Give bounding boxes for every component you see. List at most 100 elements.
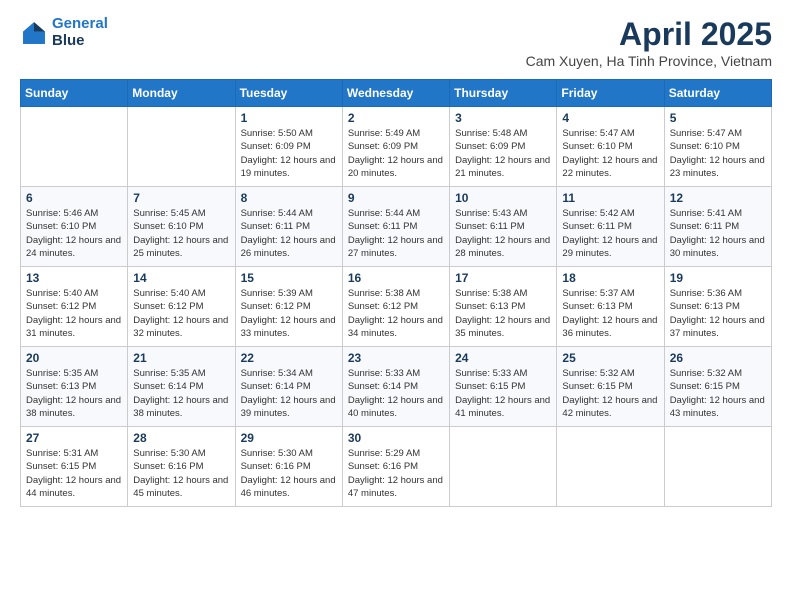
day-cell: 25 Sunrise: 5:32 AM Sunset: 6:15 PM Dayli… [557, 347, 664, 427]
day-detail: Sunrise: 5:50 AM Sunset: 6:09 PM Dayligh… [241, 127, 337, 180]
day-cell: 27 Sunrise: 5:31 AM Sunset: 6:15 PM Dayli… [21, 427, 128, 507]
day-number: 22 [241, 351, 337, 365]
page-header: General Blue April 2025 Cam Xuyen, Ha Ti… [20, 16, 772, 69]
day-cell [450, 427, 557, 507]
day-number: 12 [670, 191, 766, 205]
day-cell: 19 Sunrise: 5:36 AM Sunset: 6:13 PM Dayli… [664, 267, 771, 347]
day-number: 5 [670, 111, 766, 125]
day-number: 8 [241, 191, 337, 205]
day-number: 16 [348, 271, 444, 285]
day-detail: Sunrise: 5:38 AM Sunset: 6:12 PM Dayligh… [348, 287, 444, 340]
day-number: 4 [562, 111, 658, 125]
day-detail: Sunrise: 5:32 AM Sunset: 6:15 PM Dayligh… [562, 367, 658, 420]
day-detail: Sunrise: 5:43 AM Sunset: 6:11 PM Dayligh… [455, 207, 551, 260]
day-cell [21, 107, 128, 187]
day-number: 21 [133, 351, 229, 365]
day-number: 26 [670, 351, 766, 365]
week-row-2: 6 Sunrise: 5:46 AM Sunset: 6:10 PM Daylig… [21, 187, 772, 267]
day-number: 28 [133, 431, 229, 445]
day-cell: 11 Sunrise: 5:42 AM Sunset: 6:11 PM Dayli… [557, 187, 664, 267]
day-cell: 20Sunrise: 5:35 AM Sunset: 6:13 PM Dayli… [21, 347, 128, 427]
day-number: 27 [26, 431, 122, 445]
day-detail: Sunrise: 5:36 AM Sunset: 6:13 PM Dayligh… [670, 287, 766, 340]
day-detail: Sunrise: 5:30 AM Sunset: 6:16 PM Dayligh… [133, 447, 229, 500]
week-row-4: 20Sunrise: 5:35 AM Sunset: 6:13 PM Dayli… [21, 347, 772, 427]
day-cell: 17 Sunrise: 5:38 AM Sunset: 6:13 PM Dayli… [450, 267, 557, 347]
day-detail: Sunrise: 5:45 AM Sunset: 6:10 PM Dayligh… [133, 207, 229, 260]
day-number: 10 [455, 191, 551, 205]
day-cell: 10 Sunrise: 5:43 AM Sunset: 6:11 PM Dayli… [450, 187, 557, 267]
day-number: 19 [670, 271, 766, 285]
day-number: 11 [562, 191, 658, 205]
day-number: 2 [348, 111, 444, 125]
day-cell: 7 Sunrise: 5:45 AM Sunset: 6:10 PM Daylig… [128, 187, 235, 267]
day-number: 1 [241, 111, 337, 125]
calendar-table: SundayMondayTuesdayWednesdayThursdayFrid… [20, 79, 772, 507]
day-cell: 15Sunrise: 5:39 AM Sunset: 6:12 PM Dayli… [235, 267, 342, 347]
week-row-5: 27 Sunrise: 5:31 AM Sunset: 6:15 PM Dayli… [21, 427, 772, 507]
day-detail: Sunrise: 5:35 AM Sunset: 6:13 PM Dayligh… [26, 367, 122, 420]
day-cell: 22 Sunrise: 5:34 AM Sunset: 6:14 PM Dayli… [235, 347, 342, 427]
day-cell: 26 Sunrise: 5:32 AM Sunset: 6:15 PM Dayli… [664, 347, 771, 427]
day-detail: Sunrise: 5:47 AM Sunset: 6:10 PM Dayligh… [562, 127, 658, 180]
logo: General Blue [20, 16, 108, 49]
header-sunday: Sunday [21, 80, 128, 107]
day-cell: 1 Sunrise: 5:50 AM Sunset: 6:09 PM Daylig… [235, 107, 342, 187]
day-cell: 13 Sunrise: 5:40 AM Sunset: 6:12 PM Dayli… [21, 267, 128, 347]
month-title: April 2025 [526, 16, 772, 53]
day-number: 6 [26, 191, 122, 205]
day-detail: Sunrise: 5:32 AM Sunset: 6:15 PM Dayligh… [670, 367, 766, 420]
day-detail: Sunrise: 5:40 AM Sunset: 6:12 PM Dayligh… [133, 287, 229, 340]
header-tuesday: Tuesday [235, 80, 342, 107]
day-cell: 2 Sunrise: 5:49 AM Sunset: 6:09 PM Daylig… [342, 107, 449, 187]
day-cell: 18Sunrise: 5:37 AM Sunset: 6:13 PM Dayli… [557, 267, 664, 347]
day-detail: Sunrise: 5:31 AM Sunset: 6:15 PM Dayligh… [26, 447, 122, 500]
day-cell: 3 Sunrise: 5:48 AM Sunset: 6:09 PM Daylig… [450, 107, 557, 187]
day-cell: 4 Sunrise: 5:47 AM Sunset: 6:10 PM Daylig… [557, 107, 664, 187]
day-detail: Sunrise: 5:38 AM Sunset: 6:13 PM Dayligh… [455, 287, 551, 340]
header-saturday: Saturday [664, 80, 771, 107]
day-number: 13 [26, 271, 122, 285]
day-detail: Sunrise: 5:44 AM Sunset: 6:11 PM Dayligh… [348, 207, 444, 260]
day-number: 25 [562, 351, 658, 365]
day-detail: Sunrise: 5:41 AM Sunset: 6:11 PM Dayligh… [670, 207, 766, 260]
logo-text: General Blue [52, 16, 108, 49]
day-detail: Sunrise: 5:47 AM Sunset: 6:10 PM Dayligh… [670, 127, 766, 180]
day-number: 3 [455, 111, 551, 125]
day-detail: Sunrise: 5:37 AM Sunset: 6:13 PM Dayligh… [562, 287, 658, 340]
day-detail: Sunrise: 5:40 AM Sunset: 6:12 PM Dayligh… [26, 287, 122, 340]
day-number: 30 [348, 431, 444, 445]
day-detail: Sunrise: 5:35 AM Sunset: 6:14 PM Dayligh… [133, 367, 229, 420]
day-detail: Sunrise: 5:46 AM Sunset: 6:10 PM Dayligh… [26, 207, 122, 260]
day-number: 23 [348, 351, 444, 365]
calendar-header: SundayMondayTuesdayWednesdayThursdayFrid… [21, 80, 772, 107]
day-cell: 24Sunrise: 5:33 AM Sunset: 6:15 PM Dayli… [450, 347, 557, 427]
day-cell: 12 Sunrise: 5:41 AM Sunset: 6:11 PM Dayli… [664, 187, 771, 267]
day-detail: Sunrise: 5:49 AM Sunset: 6:09 PM Dayligh… [348, 127, 444, 180]
day-number: 7 [133, 191, 229, 205]
day-detail: Sunrise: 5:30 AM Sunset: 6:16 PM Dayligh… [241, 447, 337, 500]
day-cell: 28 Sunrise: 5:30 AM Sunset: 6:16 PM Dayli… [128, 427, 235, 507]
day-cell: 8 Sunrise: 5:44 AM Sunset: 6:11 PM Daylig… [235, 187, 342, 267]
week-row-1: 1 Sunrise: 5:50 AM Sunset: 6:09 PM Daylig… [21, 107, 772, 187]
title-block: April 2025 Cam Xuyen, Ha Tinh Province, … [526, 16, 772, 69]
day-number: 17 [455, 271, 551, 285]
day-cell: 6 Sunrise: 5:46 AM Sunset: 6:10 PM Daylig… [21, 187, 128, 267]
day-cell: 14Sunrise: 5:40 AM Sunset: 6:12 PM Dayli… [128, 267, 235, 347]
day-detail: Sunrise: 5:42 AM Sunset: 6:11 PM Dayligh… [562, 207, 658, 260]
calendar-body: 1 Sunrise: 5:50 AM Sunset: 6:09 PM Daylig… [21, 107, 772, 507]
day-cell [557, 427, 664, 507]
day-detail: Sunrise: 5:33 AM Sunset: 6:15 PM Dayligh… [455, 367, 551, 420]
day-detail: Sunrise: 5:34 AM Sunset: 6:14 PM Dayligh… [241, 367, 337, 420]
day-cell: 23Sunrise: 5:33 AM Sunset: 6:14 PM Dayli… [342, 347, 449, 427]
day-detail: Sunrise: 5:44 AM Sunset: 6:11 PM Dayligh… [241, 207, 337, 260]
day-cell: 5 Sunrise: 5:47 AM Sunset: 6:10 PM Daylig… [664, 107, 771, 187]
day-detail: Sunrise: 5:29 AM Sunset: 6:16 PM Dayligh… [348, 447, 444, 500]
day-number: 9 [348, 191, 444, 205]
day-detail: Sunrise: 5:48 AM Sunset: 6:09 PM Dayligh… [455, 127, 551, 180]
day-cell: 21 Sunrise: 5:35 AM Sunset: 6:14 PM Dayli… [128, 347, 235, 427]
day-cell: 9 Sunrise: 5:44 AM Sunset: 6:11 PM Daylig… [342, 187, 449, 267]
day-number: 29 [241, 431, 337, 445]
day-cell: 29 Sunrise: 5:30 AM Sunset: 6:16 PM Dayli… [235, 427, 342, 507]
week-row-3: 13 Sunrise: 5:40 AM Sunset: 6:12 PM Dayli… [21, 267, 772, 347]
